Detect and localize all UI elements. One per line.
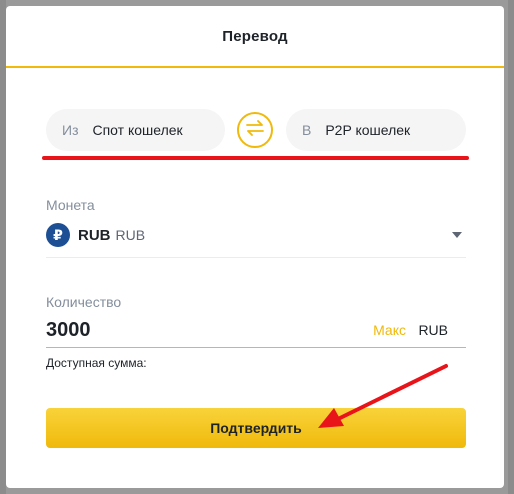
- transfer-modal: Перевод Из Спот кошелек В P2P кошелек Мо…: [6, 6, 504, 488]
- transfer-wallets: Из Спот кошелек В P2P кошелек: [46, 109, 466, 151]
- max-button[interactable]: Макс: [373, 322, 406, 338]
- quantity-unit: RUB: [418, 322, 448, 338]
- coin-select[interactable]: ₽ RUB RUB: [46, 217, 466, 253]
- swap-button[interactable]: [237, 112, 273, 148]
- to-wallet-label: P2P кошелек: [325, 122, 411, 138]
- annotation-underline: [42, 156, 469, 160]
- modal-title: Перевод: [222, 27, 288, 45]
- available-amount-label: Доступная сумма:: [46, 356, 147, 370]
- coin-symbol: RUB: [78, 226, 111, 244]
- quantity-label: Количество: [46, 294, 122, 310]
- backdrop-bottom: [0, 488, 514, 494]
- chevron-down-icon: [452, 232, 462, 238]
- from-wallet-select[interactable]: Из Спот кошелек: [46, 109, 225, 151]
- annotation-arrow: [318, 364, 448, 428]
- to-prefix: В: [302, 122, 312, 138]
- coin-label: Монета: [46, 197, 95, 213]
- coin-name: RUB: [115, 227, 146, 243]
- from-prefix: Из: [62, 122, 79, 138]
- modal-header: Перевод: [6, 6, 504, 68]
- ruble-coin-icon: ₽: [46, 223, 70, 247]
- quantity-field: Макс RUB: [46, 314, 466, 348]
- swap-icon: [245, 119, 265, 141]
- coin-divider: [46, 257, 466, 258]
- backdrop-right: [508, 0, 514, 494]
- quantity-input[interactable]: [46, 319, 306, 342]
- to-wallet-select[interactable]: В P2P кошелек: [286, 109, 466, 151]
- from-wallet-label: Спот кошелек: [92, 122, 183, 138]
